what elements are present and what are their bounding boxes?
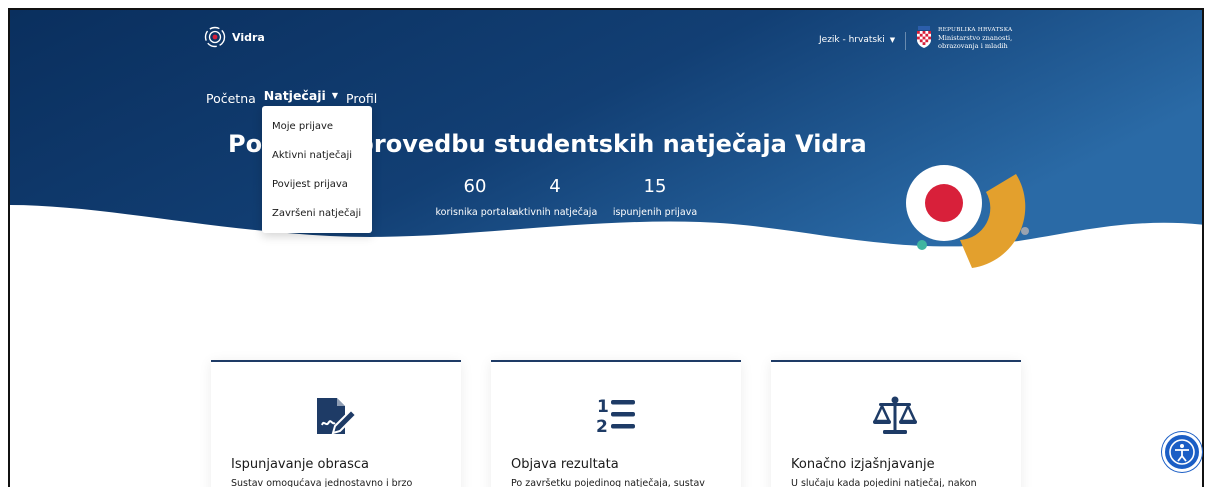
card-title: Konačno izjašnjavanje — [791, 457, 935, 472]
language-selector[interactable]: Jezik - hrvatski ▼ — [819, 35, 895, 45]
accessibility-icon — [1169, 439, 1195, 465]
feature-card-results: 1 2 Objava rezultata Po završetku pojedi… — [491, 360, 741, 487]
teal-dot-shape — [917, 240, 927, 250]
nav-item-natjecaji-label: Natječaji — [263, 88, 326, 103]
stat-applications: 15 ispunjenih prijava — [600, 176, 710, 218]
svg-text:1: 1 — [597, 397, 609, 417]
brand-name: Vidra — [232, 30, 265, 44]
menu-item-aktivni-natjecaji[interactable]: Aktivni natječaji — [262, 141, 372, 170]
browser-viewport: Vidra Jezik - hrvatski ▼ REPUBLIKA HRVAT… — [8, 8, 1204, 487]
croatian-coat-of-arms-icon — [917, 26, 931, 48]
header-divider — [905, 32, 906, 50]
stat-label: ispunjenih prijava — [612, 207, 698, 218]
vidra-logo-icon — [204, 26, 226, 48]
stat-value: 15 — [643, 176, 667, 197]
nav-item-pocetna[interactable]: Početna — [206, 91, 256, 106]
chevron-down-icon: ▼ — [889, 36, 896, 44]
stat-value: 4 — [549, 176, 561, 197]
feature-card-statement: Konačno izjašnjavanje U slučaju kada poj… — [771, 360, 1021, 487]
stat-label: aktivnih natječaja — [512, 207, 598, 218]
ministry-line-2: Ministarstvo znanosti, — [938, 34, 1013, 42]
red-dot-shape — [925, 184, 963, 222]
form-sign-icon — [317, 398, 358, 435]
stat-active-calls: 4 aktivnih natječaja — [500, 176, 610, 218]
svg-text:2: 2 — [596, 417, 608, 437]
hero-decoration — [906, 165, 1029, 268]
grey-dot-shape — [1021, 227, 1029, 235]
card-text: Sustav omogućava jednostavno i brzo — [231, 478, 413, 487]
scales-icon — [873, 396, 917, 434]
menu-item-moje-prijave[interactable]: Moje prijave — [262, 112, 372, 141]
ministry-line-3: obrazovanja i mladih — [938, 42, 1008, 50]
language-label: Jezik - hrvatski — [819, 35, 885, 45]
card-title: Objava rezultata — [511, 457, 619, 472]
chevron-down-icon: ▼ — [331, 91, 339, 100]
card-text: Po završetku pojedinog natječaja, sustav — [511, 478, 705, 487]
card-title: Ispunjavanje obrasca — [231, 457, 369, 472]
menu-item-povijest-prijava[interactable]: Povijest prijava — [262, 170, 372, 199]
brand-logo[interactable]: Vidra — [204, 26, 265, 48]
ministry-line-1: REPUBLIKA HRVATSKA — [938, 27, 1013, 33]
natjecaji-dropdown-menu: Moje prijave Aktivni natječaji Povijest … — [262, 106, 372, 233]
top-bar: Vidra Jezik - hrvatski ▼ REPUBLIKA HRVAT… — [10, 10, 1202, 68]
ordered-list-icon: 1 2 — [596, 397, 635, 437]
menu-item-zavrseni-natjecaji[interactable]: Završeni natječaji — [262, 199, 372, 228]
ministry-name: REPUBLIKA HRVATSKA Ministarstvo znanosti… — [938, 26, 1012, 50]
card-text: U slučaju kada pojedini natječaj, nakon — [791, 478, 977, 487]
nav-item-profil[interactable]: Profil — [346, 91, 377, 106]
feature-card-form: Ispunjavanje obrasca Sustav omogućava je… — [211, 360, 461, 487]
ministry-logo[interactable]: REPUBLIKA HRVATSKA Ministarstvo znanosti… — [916, 26, 1012, 50]
accessibility-button[interactable] — [1162, 432, 1202, 472]
